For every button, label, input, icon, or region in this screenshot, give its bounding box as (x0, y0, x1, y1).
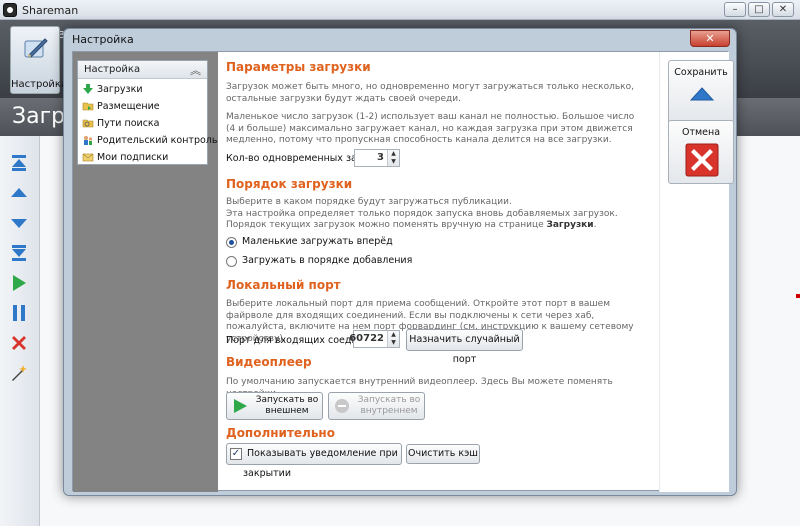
settings-toolbar-label: Настройка (11, 79, 68, 90)
notify-on-close-checkbox[interactable]: ✓ (230, 448, 242, 460)
maximize-button[interactable]: □ (748, 2, 770, 17)
app-titlebar: Shareman – □ ✕ (0, 0, 800, 20)
cancel-x-icon (685, 143, 719, 177)
edge-marker (796, 294, 800, 298)
search-paths-icon (82, 119, 94, 128)
app-side-toolbar (0, 136, 40, 526)
nav-item-label: Родительский контроль (97, 134, 218, 146)
nav-item-placement[interactable]: Размещение (82, 98, 204, 114)
settings-toolbar-button[interactable]: Настройка (10, 26, 68, 94)
nav-item-label: Размещение (97, 100, 160, 112)
concurrent-downloads-stepper[interactable]: 3 ▲ ▼ (354, 149, 400, 167)
order-section-title: Порядок загрузки (226, 177, 353, 191)
downloads-section-title: Параметры загрузки (226, 60, 371, 74)
stepper-arrows-icon[interactable]: ▲ ▼ (387, 150, 399, 166)
cancel-button[interactable]: Отмена (668, 120, 734, 184)
folder-icon (82, 102, 94, 111)
nav-item-subscriptions[interactable]: Мои подписки (82, 149, 204, 165)
external-player-label: Запускать во внешнем (255, 395, 319, 416)
save-label: Сохранить (674, 67, 728, 78)
app-title: Shareman (22, 4, 79, 17)
nav-item-label: Загрузки (97, 83, 143, 95)
up-arrow-icon (690, 87, 714, 101)
nav-box: Настройка ︽ Загрузки Размещение Пути пои… (77, 60, 217, 165)
close-button[interactable]: ✕ (772, 2, 794, 17)
incoming-port-stepper[interactable]: 60722 ▲ ▼ (349, 330, 400, 348)
nav-header[interactable]: Настройка ︽ (78, 61, 207, 79)
nav-item-downloads[interactable]: Загрузки (82, 81, 204, 97)
concurrent-downloads-value: 3 (377, 152, 384, 163)
clear-cache-button[interactable]: Очистить кэш (406, 444, 480, 464)
delete-icon[interactable] (10, 334, 28, 352)
nav-header-title: Настройка (84, 64, 141, 75)
notify-on-close-label: Показывать уведомление при закрытии (243, 448, 398, 479)
move-bottom-icon[interactable] (10, 244, 28, 262)
add-order-radio[interactable] (226, 256, 237, 267)
internal-player-label: Запускать во внутреннем (357, 395, 421, 416)
mail-icon (82, 153, 94, 162)
dialog-close-button[interactable]: ✕ (690, 30, 730, 47)
downloads-description-1: Загрузок может быть много, но одновремен… (226, 82, 634, 104)
port-section-title: Локальный порт (226, 278, 341, 292)
notify-on-close-box[interactable]: ✓ Показывать уведомление при закрытии (226, 443, 402, 479)
nav-item-parental-control[interactable]: Родительский контроль (82, 132, 217, 148)
downloads-description-2: Маленькое число загрузок (1-2) используе… (226, 112, 635, 145)
minimize-button[interactable]: – (724, 2, 746, 17)
action-pane: Сохранить Отмена (659, 52, 734, 492)
shareman-logo-icon (3, 3, 17, 17)
dialog-body: Настройка ︽ Загрузки Размещение Пути пои… (72, 51, 734, 492)
order-description: Выберите в каком порядке будут загружать… (226, 197, 618, 230)
play-icon (234, 399, 247, 413)
add-order-label: Загружать в порядке добавления (242, 255, 413, 266)
settings-dialog: Настройка ✕ Настройка ︽ Загрузки Размеще… (63, 28, 737, 496)
collapse-chevron-icon[interactable]: ︽ (190, 62, 201, 78)
magic-wand-icon[interactable] (10, 364, 28, 382)
move-up-icon[interactable] (10, 184, 28, 202)
stepper-arrows-icon[interactable]: ▲ ▼ (387, 331, 399, 347)
player-section-title: Видеоплеер (226, 355, 312, 369)
external-player-button[interactable]: Запускать во внешнем (226, 392, 323, 420)
small-first-radio[interactable] (226, 237, 237, 248)
incoming-port-value: 60722 (349, 333, 384, 344)
parental-control-icon (84, 136, 93, 145)
cancel-label: Отмена (681, 127, 721, 138)
extra-section-title: Дополнительно (226, 426, 335, 440)
settings-pen-icon (24, 38, 48, 58)
green-arrow-icon (83, 84, 93, 94)
nav-item-label: Мои подписки (97, 151, 169, 163)
nav-item-label: Пути поиска (97, 117, 160, 129)
save-button[interactable]: Сохранить (668, 60, 734, 124)
play-icon[interactable] (10, 274, 28, 292)
downloads-page-link-text: Загрузки (546, 220, 594, 230)
random-port-button[interactable]: Назначить случайный порт (406, 329, 523, 365)
pause-icon[interactable] (10, 304, 28, 322)
move-down-icon[interactable] (10, 214, 28, 232)
disabled-minus-icon (335, 399, 349, 413)
move-top-icon[interactable] (10, 154, 28, 172)
nav-item-search-paths[interactable]: Пути поиска (82, 115, 204, 131)
small-first-label: Маленькие загружать вперёд (242, 236, 393, 247)
settings-content: Параметры загрузки Загрузок может быть м… (226, 52, 656, 492)
dialog-title: Настройка (72, 33, 134, 46)
internal-player-button[interactable]: Запускать во внутреннем (328, 392, 425, 420)
